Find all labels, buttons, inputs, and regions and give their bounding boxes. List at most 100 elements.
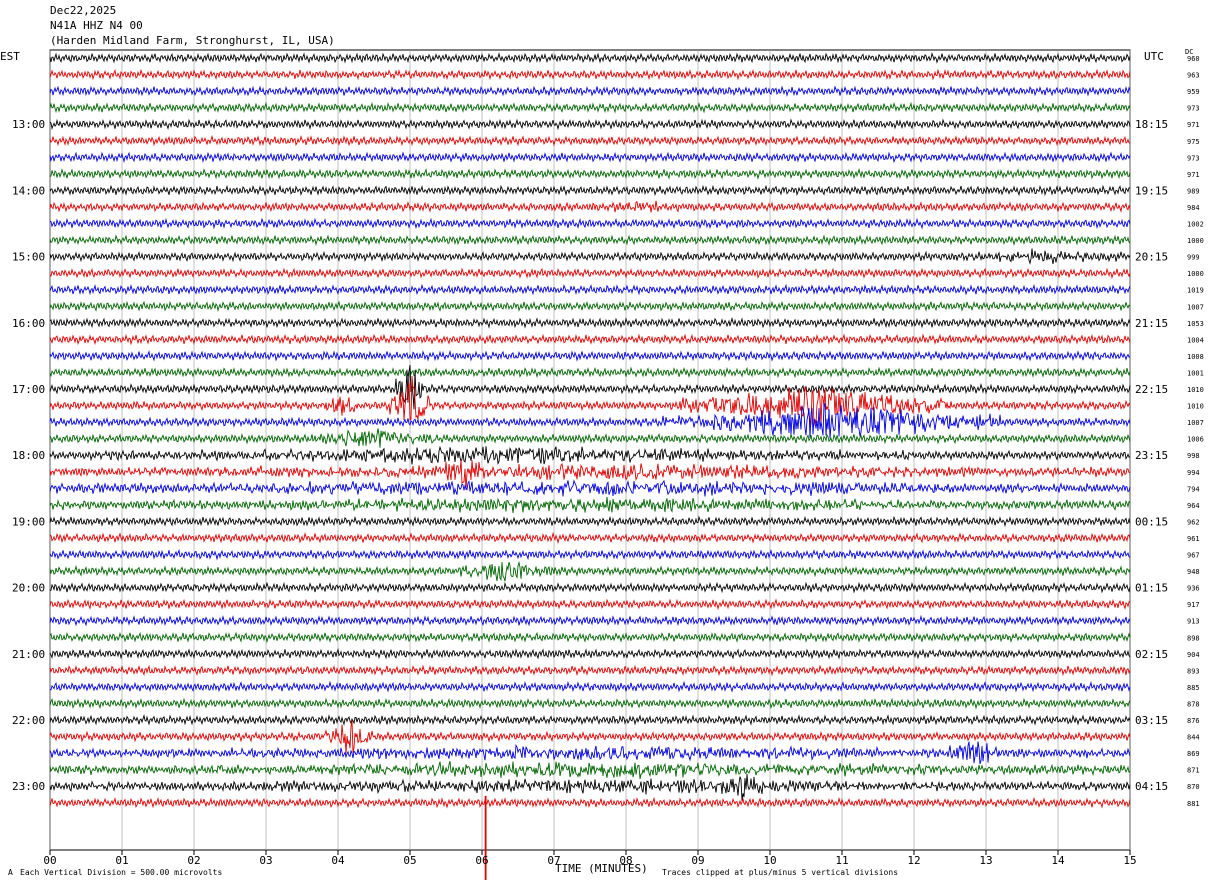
x-tick-label: 09 — [691, 854, 704, 867]
seismic-trace-26 — [49, 479, 1131, 497]
seismic-trace-30 — [49, 548, 1131, 561]
x-tick-label: 10 — [763, 854, 776, 867]
dc-value: 973 — [1187, 105, 1200, 113]
utc-hour-label: 01:15 — [1135, 582, 1168, 595]
dc-value: 878 — [1187, 700, 1200, 708]
utc-hour-label: 02:15 — [1135, 648, 1168, 661]
dc-value: 967 — [1187, 552, 1200, 560]
dc-value: 984 — [1187, 204, 1200, 212]
dc-value: 973 — [1187, 154, 1200, 162]
dc-value: 871 — [1187, 767, 1200, 775]
plot-frame — [49, 49, 1131, 851]
seismic-trace-6 — [49, 151, 1131, 164]
dc-value: 1000 — [1187, 270, 1204, 278]
est-hour-label: 23:00 — [12, 780, 45, 793]
dc-value: 1000 — [1187, 237, 1204, 245]
dc-value: 885 — [1187, 684, 1200, 692]
dc-value: 989 — [1187, 187, 1200, 195]
dc-value: 1001 — [1187, 369, 1204, 377]
seismic-trace-33 — [49, 598, 1131, 611]
seismic-trace-40 — [49, 713, 1131, 726]
utc-hour-label: 04:15 — [1135, 780, 1168, 793]
est-hour-label: 16:00 — [12, 317, 45, 330]
dc-value: 917 — [1187, 601, 1200, 609]
utc-hour-label: 00:15 — [1135, 515, 1168, 528]
dc-value: 1019 — [1187, 287, 1204, 295]
dc-value: 994 — [1187, 469, 1200, 477]
seismic-trace-27 — [49, 496, 1131, 513]
seismic-trace-3 — [49, 101, 1131, 114]
dc-value: 876 — [1187, 717, 1200, 725]
dc-value: 962 — [1187, 518, 1200, 526]
scale-note: Each Vertical Division = 500.00 microvol… — [20, 868, 223, 877]
dc-value: 1008 — [1187, 353, 1204, 361]
seismic-trace-14 — [49, 283, 1131, 296]
seismic-trace-19 — [49, 366, 1131, 379]
x-tick-label: 00 — [43, 854, 56, 867]
seismic-trace-16 — [49, 316, 1131, 329]
seismic-trace-21 — [49, 375, 1131, 426]
x-tick-label: 11 — [835, 854, 848, 867]
seismic-trace-39 — [49, 697, 1131, 710]
seismic-trace-22 — [49, 403, 1131, 439]
x-tick-label: 14 — [1051, 854, 1065, 867]
dc-value: 1006 — [1187, 436, 1204, 444]
dc-value: 893 — [1187, 667, 1200, 675]
dc-value: 844 — [1187, 734, 1200, 742]
utc-hour-label: 03:15 — [1135, 714, 1168, 727]
seismic-trace-42 — [49, 741, 1131, 765]
x-tick-label: 02 — [187, 854, 200, 867]
est-hour-label: 19:00 — [12, 515, 45, 528]
dc-value: 881 — [1187, 800, 1200, 808]
trace-group — [49, 51, 1131, 880]
seismic-trace-24 — [49, 445, 1131, 465]
x-tick-label: 15 — [1123, 854, 1136, 867]
dc-value: 1053 — [1187, 320, 1204, 328]
dc-value: 1010 — [1187, 403, 1204, 411]
seismic-trace-45 — [49, 796, 1131, 809]
seismic-trace-43 — [49, 761, 1131, 780]
est-hour-label: 15:00 — [12, 251, 45, 264]
est-hour-label: 13:00 — [12, 118, 45, 131]
dc-value: 971 — [1187, 171, 1200, 179]
seismic-trace-15 — [49, 300, 1131, 312]
dc-value: 794 — [1187, 485, 1200, 493]
dc-value: 975 — [1187, 138, 1200, 146]
seismic-trace-44 — [49, 774, 1131, 801]
seismic-trace-37 — [49, 664, 1131, 677]
axis-label-group: 9609639599739719759739719899841002100099… — [12, 55, 1204, 867]
seismic-trace-23 — [49, 428, 1131, 448]
x-tick-label: 01 — [115, 854, 128, 867]
seismic-trace-34 — [49, 614, 1131, 627]
seismic-trace-29 — [49, 531, 1131, 545]
seismic-trace-17 — [49, 333, 1131, 346]
est-hour-label: 21:00 — [12, 648, 45, 661]
utc-hour-label: 23:15 — [1135, 449, 1168, 462]
dc-value: 1010 — [1187, 386, 1204, 394]
dc-value: 1004 — [1187, 336, 1204, 344]
utc-hour-label: 22:15 — [1135, 383, 1168, 396]
dc-value: 959 — [1187, 88, 1200, 96]
x-tick-label: 13 — [979, 854, 992, 867]
x-tick-label: 04 — [331, 854, 345, 867]
seismic-trace-7 — [49, 167, 1131, 180]
seismic-trace-31 — [49, 560, 1131, 582]
seismic-trace-13 — [49, 267, 1131, 280]
seismic-trace-2 — [49, 85, 1131, 97]
utc-hour-label: 19:15 — [1135, 184, 1168, 197]
est-hour-label: 17:00 — [12, 383, 45, 396]
seismic-trace-18 — [49, 349, 1131, 362]
est-hour-label: 18:00 — [12, 449, 45, 462]
dc-value: 998 — [1187, 452, 1200, 460]
dc-value: 904 — [1187, 651, 1200, 659]
seismic-trace-36 — [49, 647, 1131, 660]
dc-value: 964 — [1187, 502, 1200, 510]
seismic-trace-35 — [49, 631, 1131, 644]
x-tick-label: 03 — [259, 854, 272, 867]
dc-value: 963 — [1187, 72, 1200, 80]
dc-value: 898 — [1187, 634, 1200, 642]
dc-value: 913 — [1187, 618, 1200, 626]
est-hour-label: 20:00 — [12, 582, 45, 595]
x-axis-title: TIME (MINUTES) — [555, 862, 648, 875]
est-hour-label: 22:00 — [12, 714, 45, 727]
